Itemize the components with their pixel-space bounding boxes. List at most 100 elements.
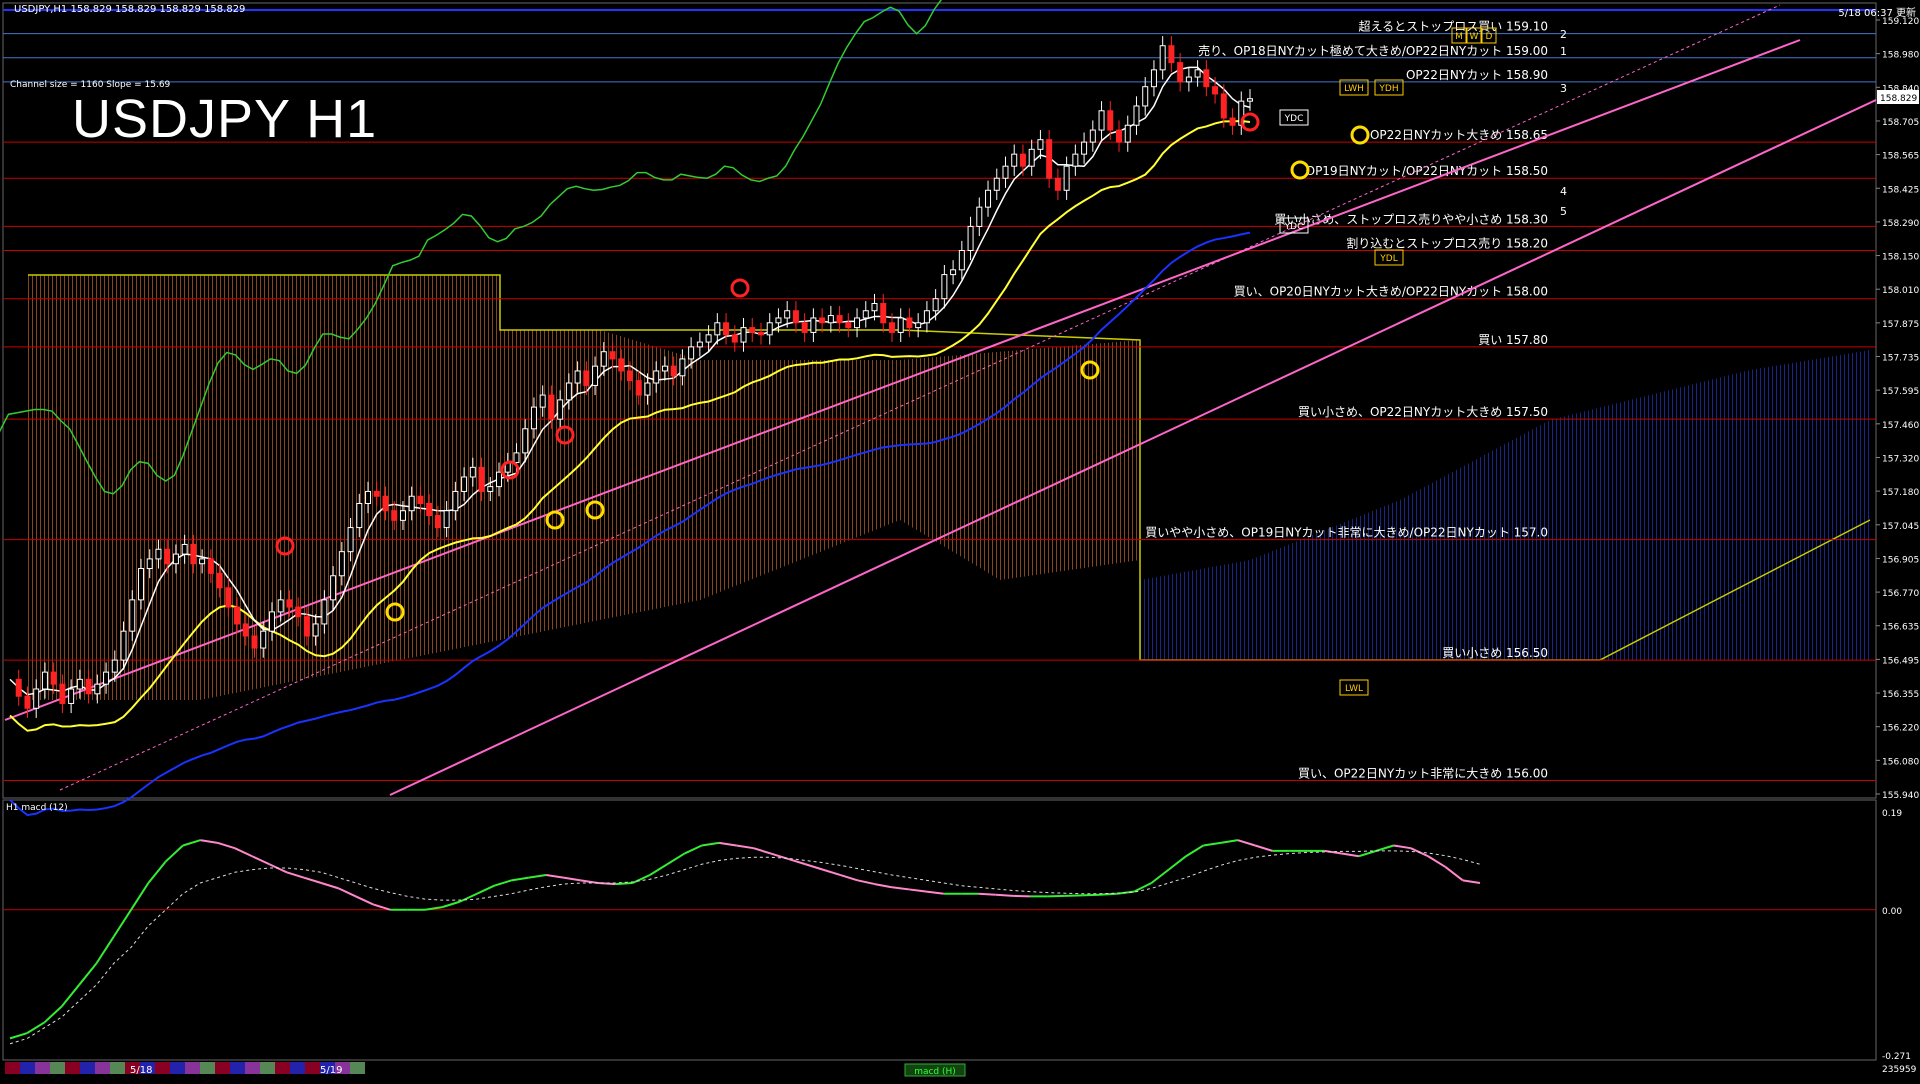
- level-label: 割り込むとストップロス売り 158.20: [1346, 236, 1548, 251]
- candle-body: [888, 322, 895, 333]
- candle-body: [365, 490, 372, 504]
- marker-label: W: [1470, 32, 1479, 42]
- candle-body: [1028, 148, 1035, 167]
- candle-body: [190, 543, 197, 565]
- axis-tick-label: 157.595: [1882, 387, 1919, 397]
- session-block: [50, 1062, 65, 1074]
- candle-body: [356, 502, 363, 529]
- candle-body: [766, 322, 773, 336]
- session-block: [95, 1062, 110, 1074]
- candle-body: [452, 490, 459, 512]
- macd-segment: [615, 882, 633, 886]
- candle-body: [862, 310, 869, 319]
- current-price-label: 158.829: [1880, 94, 1917, 104]
- candle-body: [408, 495, 415, 512]
- candle-body: [1168, 45, 1175, 64]
- level-label: 買い、OP20日NYカット大きめ/OP22日NYカット 158.00: [1234, 285, 1548, 299]
- candle-body: [94, 683, 101, 695]
- chart-title: USDJPY H1: [72, 89, 378, 149]
- candle-body: [653, 370, 660, 384]
- candle-body: [530, 406, 537, 430]
- session-block: [5, 1062, 20, 1074]
- candle-body: [775, 317, 782, 324]
- candle-body: [260, 630, 267, 649]
- candle-body: [487, 486, 494, 492]
- axis-tick-label: 157.735: [1882, 354, 1919, 364]
- marker-label: M: [1455, 32, 1463, 42]
- level-label: 超えるとストップロス買い 159.10: [1359, 19, 1548, 34]
- axis-tick-label: 158.290: [1882, 219, 1919, 229]
- candle-body: [338, 551, 345, 577]
- candle-body: [242, 623, 249, 637]
- axis-tick-label: 158.425: [1882, 185, 1919, 195]
- candle-body: [234, 606, 241, 625]
- level-label: OP22日NYカット大きめ 158.65: [1370, 128, 1548, 142]
- marker-label: YDL: [1379, 254, 1397, 264]
- candle-body: [24, 695, 31, 709]
- candle-body: [574, 370, 581, 384]
- candle-body: [312, 623, 319, 637]
- candle-body: [1203, 69, 1210, 88]
- candle-body: [469, 466, 476, 478]
- candle-body: [592, 365, 599, 386]
- candle-body: [1107, 110, 1114, 131]
- candle-body: [583, 370, 590, 386]
- candle-body: [137, 568, 144, 601]
- candle-body: [1019, 153, 1026, 167]
- candle-body: [906, 317, 913, 329]
- level-label: 買いやや小さめ、OP19日NYカット非常に大きめ/OP22日NYカット 157.…: [1145, 526, 1548, 540]
- macd-axis-label: -0.271: [1882, 1052, 1911, 1062]
- candle-body: [854, 317, 861, 329]
- candle-body: [1185, 76, 1192, 83]
- candle-body: [295, 606, 302, 618]
- axis-tick-label: 156.080: [1882, 757, 1919, 767]
- candle-body: [1177, 62, 1184, 83]
- candle-body: [399, 510, 406, 521]
- candle-body: [268, 611, 275, 632]
- axis-tick-label: 156.355: [1882, 690, 1919, 700]
- candle-body: [120, 630, 127, 661]
- axis-tick-label: 155.940: [1882, 791, 1919, 801]
- macd-segment: [1013, 894, 1031, 898]
- candle-body: [434, 515, 441, 529]
- channel-number: 2: [1560, 28, 1567, 41]
- axis-tick-label: 158.980: [1882, 51, 1919, 61]
- candle-body: [76, 678, 83, 690]
- candle-body: [705, 334, 712, 343]
- macd-segment: [978, 892, 996, 896]
- candle-body: [1089, 129, 1096, 143]
- candle-body: [286, 599, 293, 608]
- candle-body: [661, 365, 668, 372]
- session-block: [155, 1062, 170, 1074]
- candle-body: [723, 322, 730, 336]
- candle-body: [1159, 45, 1166, 71]
- candle-body: [985, 189, 992, 208]
- axis-tick-label: 157.045: [1882, 522, 1919, 532]
- candle-body: [600, 351, 607, 367]
- candle-body: [1072, 153, 1079, 167]
- candle-body: [618, 358, 625, 372]
- candle-body: [950, 269, 957, 276]
- candle-body: [382, 495, 389, 512]
- candle-body: [740, 327, 747, 343]
- axis-tick-label: 158.150: [1882, 253, 1919, 263]
- macd-label: H1 macd (12): [6, 803, 68, 813]
- date-label: 5/18: [130, 1065, 152, 1076]
- update-datetime: 5/18 06:37 更新: [1838, 8, 1916, 19]
- session-block: [275, 1062, 290, 1074]
- candle-body: [792, 310, 799, 324]
- candle-body: [880, 303, 887, 324]
- candle-body: [923, 310, 930, 324]
- candle-body: [539, 394, 546, 408]
- axis-tick-label: 156.770: [1882, 589, 1919, 599]
- candle-body: [155, 548, 162, 560]
- candle-body: [871, 303, 878, 312]
- session-block: [35, 1062, 50, 1074]
- level-label: 買い 157.80: [1478, 333, 1548, 347]
- macd-segment: [995, 893, 1014, 897]
- level-label: 買い小さめ 156.50: [1442, 646, 1548, 660]
- candle-body: [810, 317, 817, 333]
- level-label: 買い、OP22日NYカット非常に大きめ 156.00: [1298, 767, 1548, 781]
- session-block: [80, 1062, 95, 1074]
- candle-body: [303, 616, 310, 637]
